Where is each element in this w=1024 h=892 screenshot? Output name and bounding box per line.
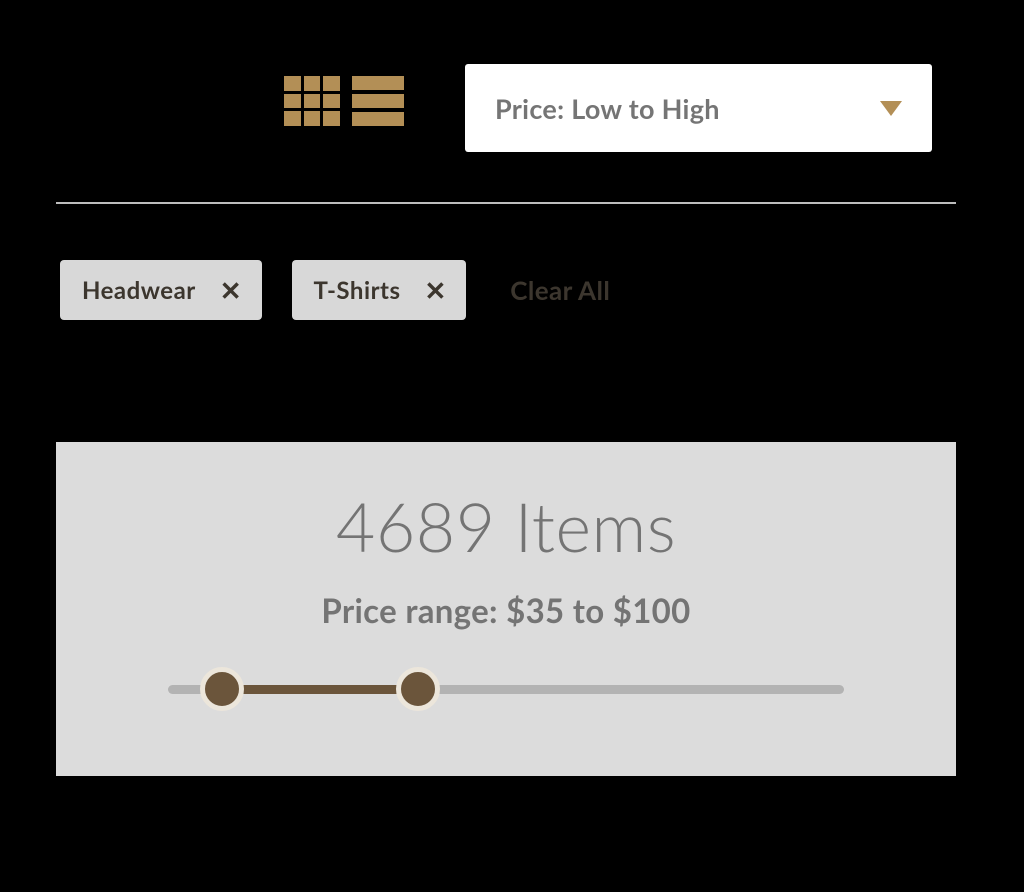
item-count: 4689 Items bbox=[56, 486, 956, 567]
sort-dropdown[interactable]: Price: Low to High bbox=[465, 64, 932, 152]
grid-view-icon[interactable] bbox=[284, 76, 340, 126]
chevron-down-icon bbox=[880, 101, 902, 116]
list-view-icon[interactable] bbox=[352, 76, 404, 126]
slider-handle-max[interactable] bbox=[396, 667, 440, 711]
slider-track-active bbox=[222, 685, 418, 694]
filter-chip-label: Headwear bbox=[82, 276, 196, 305]
clear-all-button[interactable]: Clear All bbox=[510, 274, 610, 306]
toolbar-divider bbox=[56, 202, 956, 204]
filter-chip-label: T-Shirts bbox=[314, 276, 401, 305]
view-sort-toolbar: Price: Low to High bbox=[0, 64, 1024, 152]
active-filters: Headwear ✕ T-Shirts ✕ Clear All bbox=[60, 260, 610, 320]
results-summary-panel: 4689 Items Price range: $35 to $100 bbox=[56, 442, 956, 776]
close-icon[interactable]: ✕ bbox=[425, 277, 447, 303]
price-range-slider[interactable] bbox=[168, 667, 844, 711]
sort-dropdown-label: Price: Low to High bbox=[495, 92, 720, 125]
slider-handle-min[interactable] bbox=[200, 667, 244, 711]
close-icon[interactable]: ✕ bbox=[220, 277, 242, 303]
filter-chip[interactable]: T-Shirts ✕ bbox=[292, 260, 467, 320]
filter-chip[interactable]: Headwear ✕ bbox=[60, 260, 262, 320]
price-range-label: Price range: $35 to $100 bbox=[56, 591, 956, 631]
